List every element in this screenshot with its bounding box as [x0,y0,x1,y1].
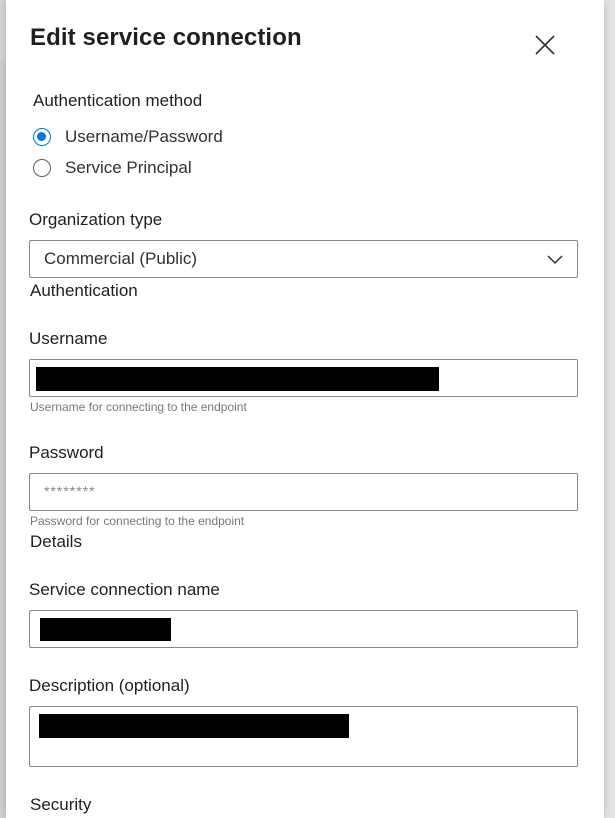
radio-label-username-password: Username/Password [65,127,223,146]
details-section-title: Details [30,532,82,551]
close-icon [535,35,555,55]
radio-service-principal[interactable]: Service Principal [33,158,192,178]
auth-method-label: Authentication method [33,91,203,110]
authentication-section-title: Authentication [30,281,138,300]
security-section-title: Security [30,795,92,814]
edit-service-connection-dialog: Edit service connection Authentication m… [6,0,604,818]
close-button[interactable] [530,30,560,60]
dialog-title: Edit service connection [30,24,302,51]
radio-label-service-principal: Service Principal [65,158,192,177]
redacted-username [36,367,439,391]
radio-selected-icon [33,128,51,146]
username-hint: Username for connecting to the endpoint [30,400,247,414]
password-hint: Password for connecting to the endpoint [30,514,245,528]
username-input[interactable] [29,359,578,397]
password-placeholder: ******** [44,483,96,499]
org-type-label: Organization type [29,210,163,229]
password-label: Password [29,443,104,462]
radio-username-password[interactable]: Username/Password [33,127,223,147]
service-connection-name-label: Service connection name [29,580,220,599]
description-label: Description (optional) [29,676,190,695]
chevron-down-icon [547,255,563,265]
redacted-description [39,714,349,738]
org-type-dropdown[interactable]: Commercial (Public) [29,240,578,278]
redacted-connection-name [40,618,171,641]
password-input[interactable]: ******** [29,473,578,511]
username-label: Username [29,329,108,348]
description-textarea[interactable] [29,706,578,767]
org-type-value: Commercial (Public) [44,249,198,268]
radio-unselected-icon [33,159,51,177]
service-connection-name-input[interactable] [29,610,578,648]
scrollbar-gutter[interactable] [604,0,615,818]
